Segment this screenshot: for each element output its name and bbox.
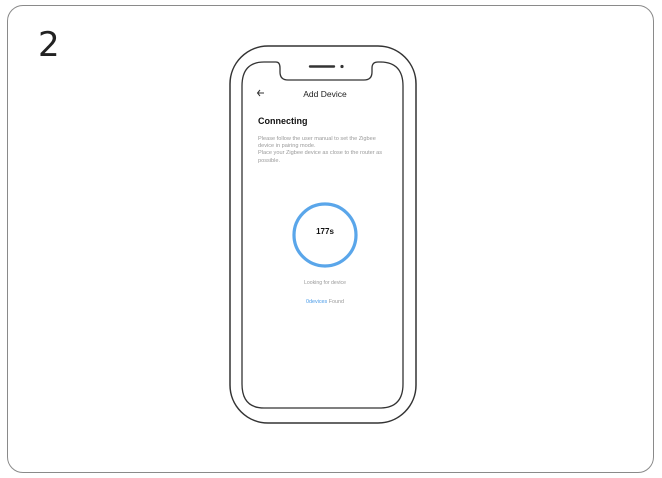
countdown-timer: 177s (316, 227, 334, 236)
instruction-line: device in pairing mode. (258, 143, 316, 150)
instruction-line: Please follow the user manual to set the… (258, 136, 376, 142)
arrow-left-icon[interactable] (256, 88, 268, 98)
found-count: 0devices (305, 299, 328, 305)
instructions-text: Please follow the user manual to set the… (258, 136, 400, 165)
camera-icon (340, 64, 344, 69)
screen-title: Add Device (303, 89, 347, 99)
instruction-line: Place your Zigbee device as close to the… (258, 150, 383, 157)
instruction-line: possible. (258, 157, 281, 164)
status-text: Looking for device (303, 280, 347, 286)
devices-found: 0devices Found (280, 299, 370, 305)
found-label: Found (327, 299, 345, 305)
step-number: 2 (38, 25, 60, 65)
connecting-heading: Connecting (258, 116, 308, 126)
